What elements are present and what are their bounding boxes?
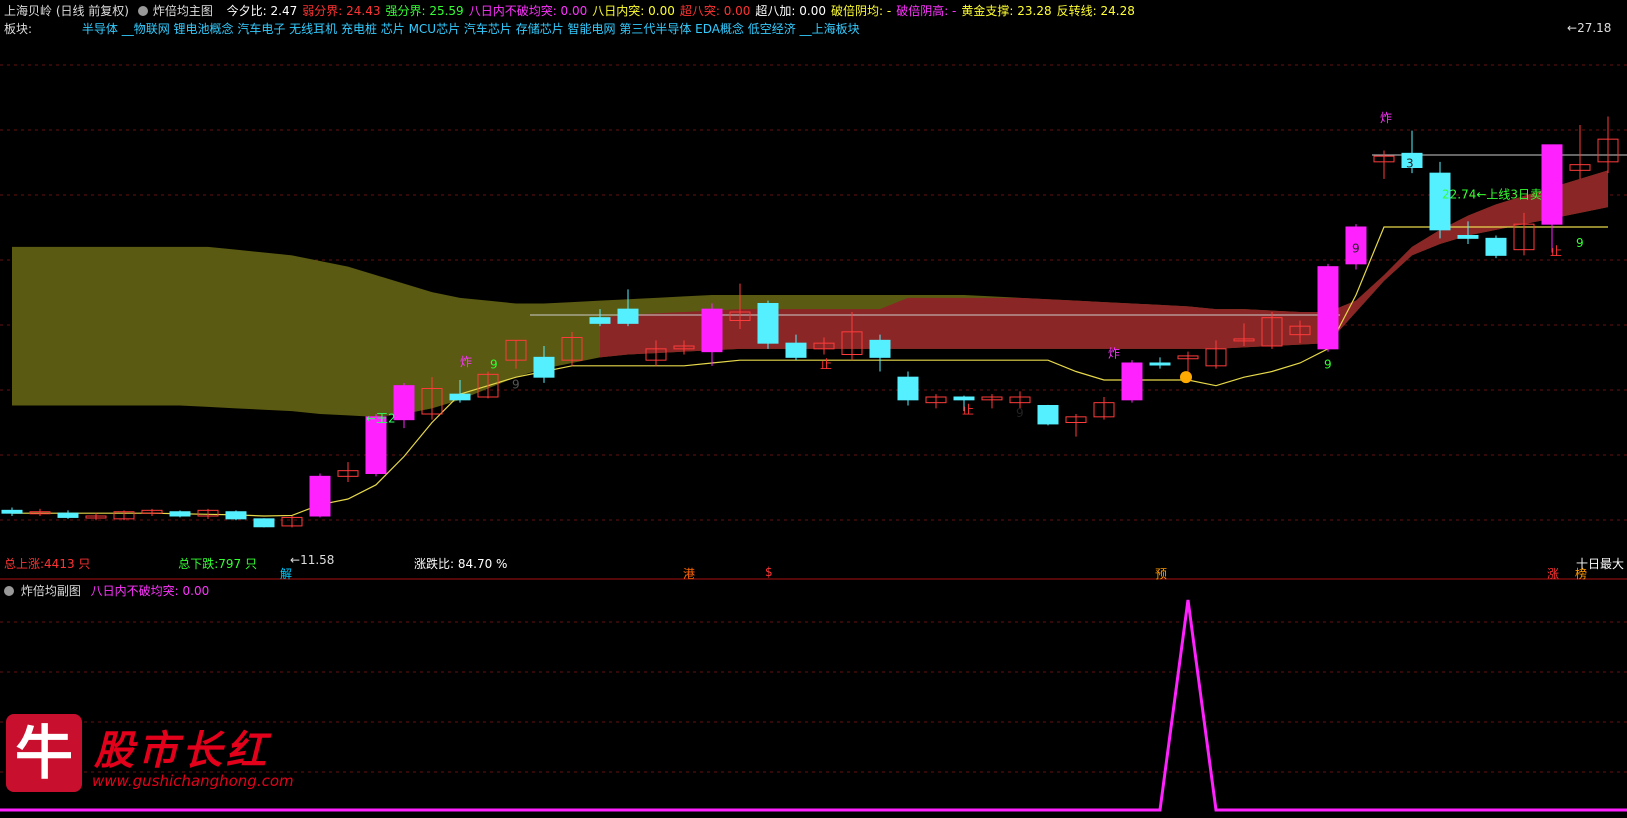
annotation-three: 3 [1406, 157, 1414, 171]
candle-body-55 [1541, 144, 1563, 225]
logo-glyph: 牛 [6, 714, 82, 792]
candle-body-47 [1317, 266, 1339, 350]
candle-body-2 [57, 512, 79, 518]
annotation-zhi-2: 止 [962, 403, 974, 417]
candle-body-27 [757, 303, 779, 344]
event-flag-0[interactable]: 解 [280, 565, 292, 582]
annotation-zha-1: 炸 [460, 355, 472, 369]
candle-body-37 [1037, 405, 1059, 425]
down-count-value: 797 只 [218, 557, 258, 571]
candle-body-53 [1485, 237, 1507, 256]
candle-body-28 [785, 342, 807, 358]
event-flag-3[interactable]: 预 [1155, 565, 1167, 582]
candle-body-25 [701, 308, 723, 353]
buy-signal-icon [1180, 371, 1192, 384]
annotation-line3: 22.74←上线3日卖 [1442, 188, 1542, 202]
candle-body-31 [869, 339, 891, 358]
annotation-nine-3: 9 [1016, 406, 1024, 420]
logo-title: 股市长红 [94, 727, 270, 774]
ratio-label: 涨跌比: [414, 557, 455, 571]
annotation-wang2: ←王2 [366, 412, 396, 426]
candle-body-8 [225, 511, 247, 520]
low-price-mark: ←11.58 [290, 553, 335, 567]
annotation-zhi-1: 止 [820, 358, 832, 372]
stats-row: 总上涨:4413 只 总下跌:797 只 [4, 555, 257, 572]
ratio-row: 涨跌比: 84.70 % [414, 555, 507, 572]
annotation-nine-5: 9 [1352, 242, 1360, 256]
candle-body-14 [393, 385, 415, 421]
up-count-value: 4413 只 [44, 557, 91, 571]
annotation-zha-2: 炸 [1108, 346, 1120, 360]
candle-body-32 [897, 376, 919, 401]
candle-body-19 [533, 356, 555, 378]
candle-body-11 [309, 475, 331, 517]
candle-body-6 [169, 511, 191, 517]
candle-body-21 [589, 317, 611, 324]
ratio-value: 84.70 % [457, 557, 508, 571]
candle-body-41 [1149, 362, 1171, 366]
candle-body-16 [449, 393, 471, 401]
candle-body-52 [1457, 235, 1479, 239]
candle-body-22 [617, 308, 639, 324]
annotation-nine-2: 9 [512, 378, 520, 392]
candle-body-9 [253, 518, 275, 528]
annotation-nine-4: 9 [1324, 358, 1332, 372]
watermark-logo: 牛 股市长红 www.gushichanghong.com [6, 714, 306, 800]
annotation-nine-6: 9 [1576, 236, 1584, 250]
candle-body-0 [1, 509, 23, 514]
annotation-zha-3: 炸 [1380, 111, 1392, 125]
event-flag-5[interactable]: 榜 [1575, 565, 1587, 582]
candle-body-40 [1121, 362, 1143, 401]
logo-url: www.gushichanghong.com [92, 772, 294, 790]
up-count-label: 总上涨: [4, 557, 45, 571]
high-price-mark: ←27.18 [1567, 21, 1612, 35]
down-count-label: 总下跌: [178, 557, 219, 571]
event-flag-2[interactable]: $ [765, 565, 773, 579]
annotation-zhi-3: 止 [1550, 244, 1562, 258]
main-chart[interactable]: ←王2炸 99止止 9炸99炸322.74←上线3日卖止9 [0, 0, 1627, 580]
annotation-nine-1: 9 [490, 358, 498, 372]
event-flag-1[interactable]: 港 [683, 565, 695, 582]
event-flag-4[interactable]: 涨 [1547, 565, 1559, 582]
candle-body-34 [953, 396, 975, 401]
